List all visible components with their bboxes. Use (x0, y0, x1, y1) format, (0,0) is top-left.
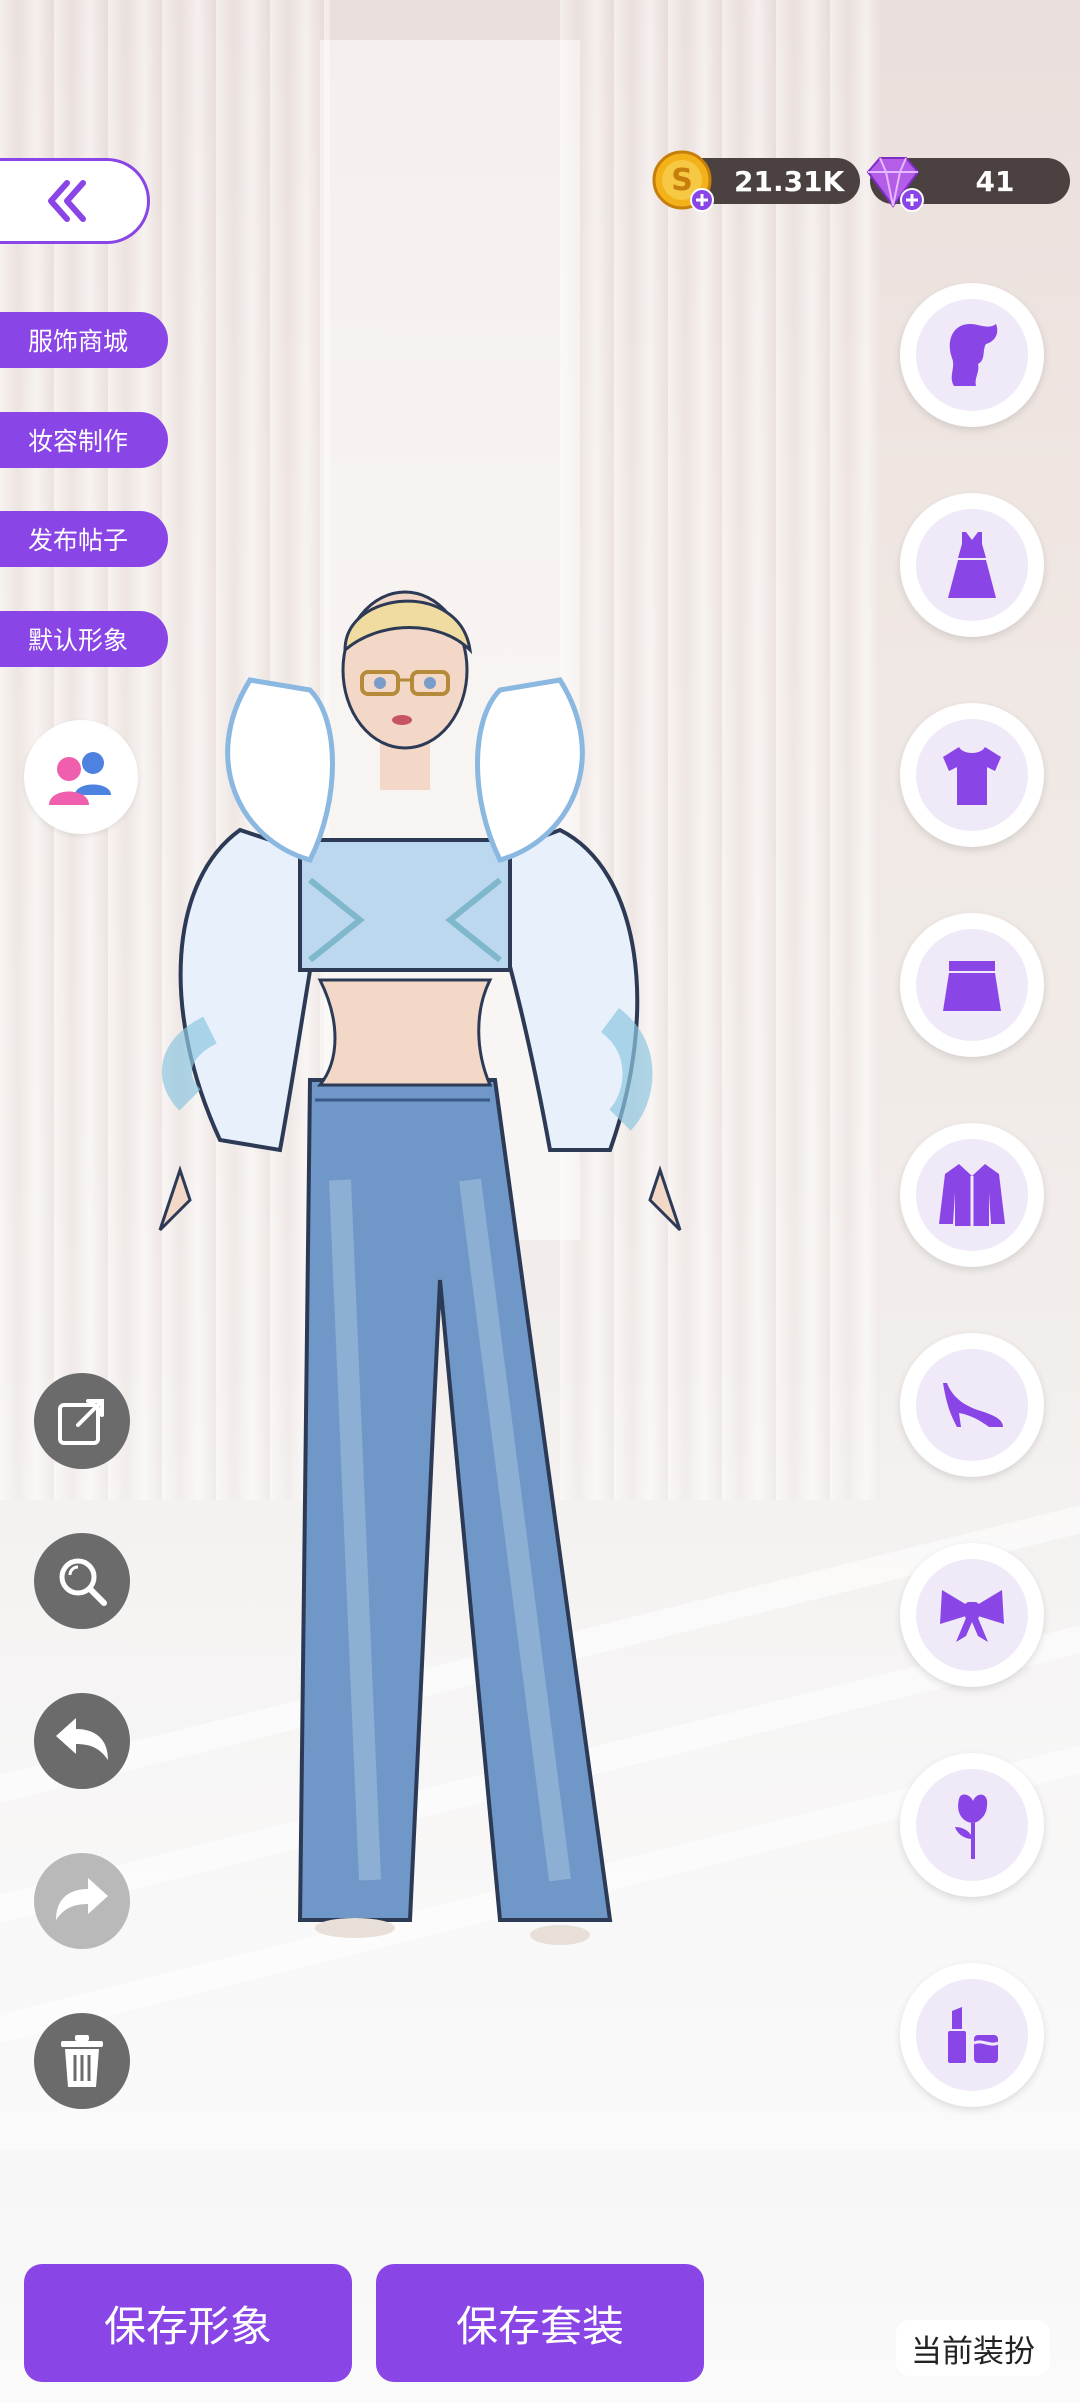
zoom-icon (59, 1558, 107, 1606)
category-skirt[interactable] (900, 913, 1044, 1057)
hair-icon (949, 324, 998, 386)
menu-label: 妆容制作 (28, 427, 129, 456)
current-outfit-button[interactable]: 当前装扮 (896, 2320, 1050, 2376)
menu-label: 默认形象 (28, 626, 129, 655)
friends-icon (49, 752, 111, 805)
double-chevron-left-icon (48, 180, 86, 222)
delete-button[interactable] (34, 2013, 130, 2109)
save-outfit-button[interactable]: 保存套装 (376, 2264, 704, 2382)
category-makeup[interactable] (900, 1963, 1044, 2107)
share-button[interactable] (34, 1373, 130, 1469)
jacket-icon (939, 1164, 1005, 1226)
top-icon (943, 747, 1001, 805)
current-outfit-label: 当前装扮 (911, 2333, 1035, 2370)
gem-balance[interactable]: 41 (866, 157, 1070, 212)
gem-plus-icon (866, 157, 924, 212)
avatar-character[interactable] (140, 580, 780, 1960)
zoom-button[interactable] (34, 1533, 130, 1629)
coin-balance[interactable]: S 21.31K (652, 150, 860, 212)
share-icon (58, 1399, 104, 1445)
menu-post[interactable]: 发布帖子 (0, 511, 168, 567)
friends-button[interactable] (24, 720, 138, 834)
category-handheld[interactable] (900, 1753, 1044, 1897)
rose-icon (955, 1794, 988, 1859)
save-look-label: 保存形象 (103, 2301, 272, 2351)
save-outfit-label: 保存套装 (455, 2301, 624, 2351)
coin-amount: 21.31K (734, 164, 845, 198)
category-shoes[interactable] (900, 1333, 1044, 1477)
category-accessories[interactable] (900, 1543, 1044, 1687)
menu-makeup[interactable]: 妆容制作 (0, 412, 168, 468)
skirt-icon (943, 961, 1001, 1011)
dress-icon (948, 532, 996, 598)
menu-clothing-store[interactable]: 服饰商城 (0, 312, 168, 368)
category-top[interactable] (900, 703, 1044, 847)
coin-plus-icon: S (652, 150, 714, 212)
category-dress[interactable] (900, 493, 1044, 637)
redo-icon (56, 1878, 108, 1920)
makeup-icon (948, 2007, 999, 2063)
category-hair[interactable] (900, 283, 1044, 427)
undo-icon (56, 1718, 108, 1760)
high-heel-icon (943, 1383, 1003, 1427)
category-jacket[interactable] (900, 1123, 1044, 1267)
back-button[interactable] (0, 158, 150, 244)
redo-button[interactable] (34, 1853, 130, 1949)
trash-icon (61, 2035, 103, 2087)
menu-label: 发布帖子 (28, 526, 129, 555)
gem-amount: 41 (975, 164, 1015, 198)
menu-label: 服饰商城 (28, 327, 129, 356)
bow-icon (940, 1590, 1004, 1642)
save-look-button[interactable]: 保存形象 (24, 2264, 352, 2382)
svg-text:S: S (671, 163, 693, 198)
undo-button[interactable] (34, 1693, 130, 1789)
